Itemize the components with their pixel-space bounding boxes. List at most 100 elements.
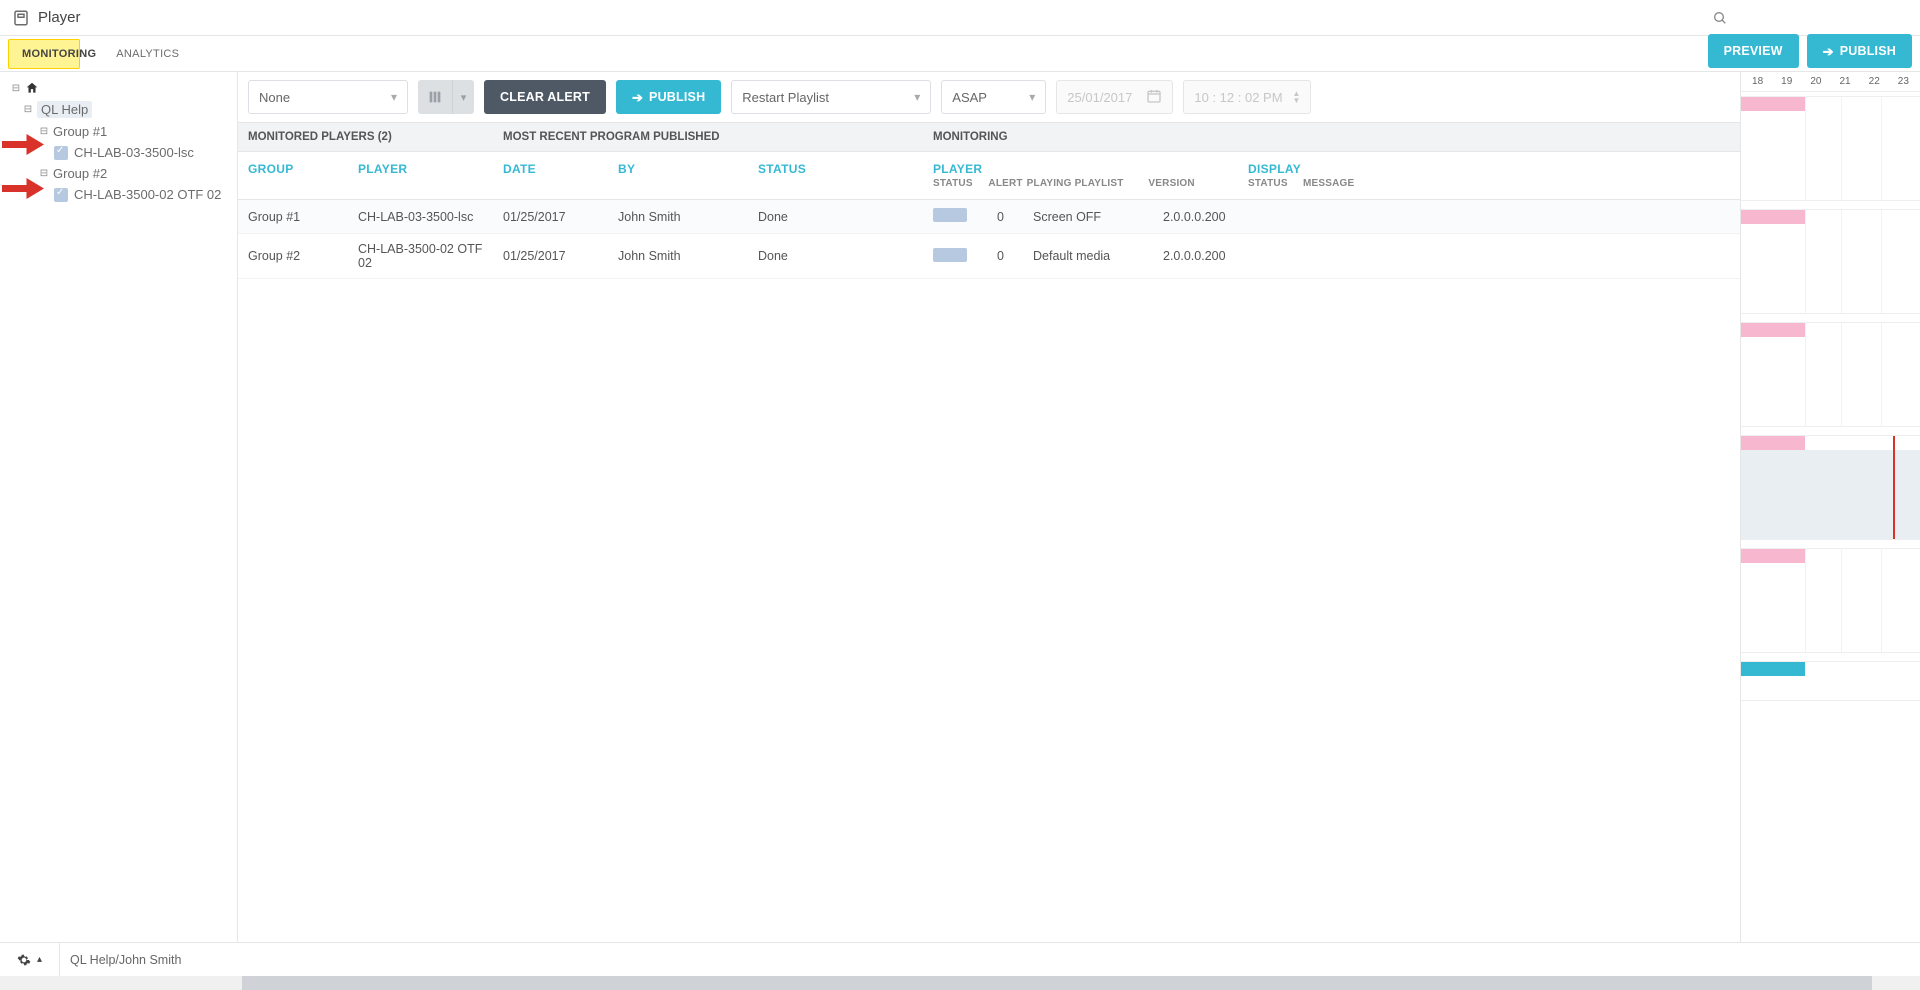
player-app-icon <box>12 9 30 27</box>
cell-player: CH-LAB-3500-02 OTF 02 <box>348 234 493 278</box>
tree-label: CH-LAB-3500-02 OTF 02 <box>74 187 221 202</box>
cell-playlist: Default media <box>1023 241 1153 271</box>
cell-group: Group #1 <box>238 202 348 232</box>
horizontal-scrollbar[interactable] <box>0 976 1920 990</box>
grid-body: Group #1CH-LAB-03-3500-lsc01/25/2017John… <box>238 200 1740 279</box>
tab-analytics[interactable]: ANALYTICS <box>106 42 189 66</box>
caret-down-icon: ▾ <box>914 90 920 104</box>
cell-status: Done <box>748 202 923 232</box>
gear-icon <box>17 953 31 967</box>
publish-button[interactable]: ➔PUBLISH <box>616 80 721 114</box>
timeline-track[interactable] <box>1741 661 1920 701</box>
timeline-track[interactable] <box>1741 322 1920 427</box>
col-group-display: DISPLAY STATUS MESSAGE <box>1238 152 1740 199</box>
main-area: None▾ ▾ CLEAR ALERT ➔PUBLISH Restart Pla… <box>238 72 1920 942</box>
timeline-hour-label: 22 <box>1869 76 1880 87</box>
tree-leaf-player1[interactable]: CH-LAB-03-3500-lsc <box>8 142 231 163</box>
timeline-track[interactable] <box>1741 548 1920 653</box>
tree-node-group1[interactable]: ⊟ Group #1 <box>8 121 231 142</box>
cell-playlist: Screen OFF <box>1023 202 1153 232</box>
tree-node-qlhelp[interactable]: ⊟ QL Help <box>8 98 231 121</box>
columns-icon <box>418 80 452 114</box>
when-select[interactable]: ASAP▾ <box>941 80 1046 114</box>
mode-select[interactable]: Restart Playlist▾ <box>731 80 931 114</box>
collapse-icon[interactable]: ⊟ <box>10 83 22 94</box>
tab-monitoring[interactable]: MONITORING <box>12 42 106 66</box>
settings-menu[interactable]: ▴ <box>0 943 60 976</box>
sub-col-msg: MESSAGE <box>1303 178 1383 189</box>
cell-status: Done <box>748 241 923 271</box>
col-date[interactable]: DATE <box>493 152 608 199</box>
cell-display-status <box>1238 209 1293 225</box>
action-toolbar: None▾ ▾ CLEAR ALERT ➔PUBLISH Restart Pla… <box>238 72 1740 122</box>
cell-alert: 0 <box>978 241 1023 271</box>
preview-button[interactable]: PREVIEW <box>1708 34 1799 68</box>
tab-row: MONITORING ANALYTICS <box>0 36 1920 72</box>
player-tree-sidebar: ⊟ ⊟ QL Help ⊟ Group #1 CH-LAB-03-3500-ls… <box>0 72 238 942</box>
cell-player-status <box>923 240 978 273</box>
timeline-track[interactable] <box>1741 96 1920 201</box>
center-panel: None▾ ▾ CLEAR ALERT ➔PUBLISH Restart Pla… <box>238 72 1740 942</box>
col-status[interactable]: STATUS <box>748 152 923 199</box>
collapse-icon[interactable]: ⊟ <box>22 104 34 115</box>
tree-leaf-player2[interactable]: CH-LAB-3500-02 OTF 02 <box>8 184 231 205</box>
collapse-icon[interactable]: ⊟ <box>38 168 50 179</box>
sub-col-status: STATUS <box>933 178 985 189</box>
cell-alert: 0 <box>978 202 1023 232</box>
cell-message <box>1293 248 1373 264</box>
sub-col-version: VERSION <box>1148 178 1228 189</box>
caret-down-icon: ▾ <box>1029 90 1035 104</box>
workspace: ⊟ ⊟ QL Help ⊟ Group #1 CH-LAB-03-3500-ls… <box>0 72 1920 942</box>
cell-date: 01/25/2017 <box>493 202 608 232</box>
spinner-icon: ▲▼ <box>1293 90 1301 104</box>
cell-group: Group #2 <box>238 241 348 271</box>
col-player[interactable]: PLAYER <box>348 152 493 199</box>
timeline-hour-label: 19 <box>1781 76 1792 87</box>
col-group[interactable]: GROUP <box>238 152 348 199</box>
timeline-hour-label: 21 <box>1839 76 1850 87</box>
timeline-hour-label: 23 <box>1898 76 1909 87</box>
footer-bar: ▴ QL Help/John Smith <box>0 942 1920 976</box>
sub-col-playlist: PLAYING PLAYLIST <box>1027 178 1149 189</box>
caret-down-icon: ▾ <box>391 90 397 104</box>
col-by[interactable]: BY <box>608 152 748 199</box>
clear-alert-button[interactable]: CLEAR ALERT <box>484 80 606 114</box>
table-row[interactable]: Group #1CH-LAB-03-3500-lsc01/25/2017John… <box>238 200 1740 234</box>
checkbox-icon[interactable] <box>54 146 68 160</box>
timeline-track[interactable] <box>1741 209 1920 314</box>
cell-player-status <box>923 200 978 233</box>
timeline-hour-label: 18 <box>1752 76 1763 87</box>
playhead-marker <box>1893 436 1895 539</box>
tree-node-group2[interactable]: ⊟ Group #2 <box>8 163 231 184</box>
section-monitored: MONITORED PLAYERS (2) <box>238 123 493 151</box>
search-icon[interactable] <box>1712 10 1728 26</box>
timeline-panel: 18 19 20 21 22 23 <box>1740 72 1920 942</box>
tree-label: Group #1 <box>53 124 107 139</box>
grid-section-headers: MONITORED PLAYERS (2) MOST RECENT PROGRA… <box>238 123 1740 152</box>
timeline-hours: 18 19 20 21 22 23 <box>1741 72 1920 92</box>
publish-top-button[interactable]: ➔PUBLISH <box>1807 34 1912 68</box>
caret-down-icon: ▾ <box>452 80 474 114</box>
cell-by: John Smith <box>608 202 748 232</box>
tree-root-home[interactable]: ⊟ <box>8 78 231 98</box>
timeline-hour-label: 20 <box>1810 76 1821 87</box>
cell-by: John Smith <box>608 241 748 271</box>
sub-col-alert: ALERT <box>985 178 1027 189</box>
col-group-player: PLAYER STATUS ALERT PLAYING PLAYLIST VER… <box>923 152 1238 199</box>
cell-player: CH-LAB-03-3500-lsc <box>348 202 493 232</box>
arrow-right-icon: ➔ <box>632 91 643 104</box>
section-monitoring: MONITORING <box>923 123 1740 151</box>
arrow-right-icon: ➔ <box>1823 45 1834 58</box>
tree-label: Group #2 <box>53 166 107 181</box>
checkbox-icon[interactable] <box>54 188 68 202</box>
collapse-icon[interactable]: ⊟ <box>38 126 50 137</box>
cell-version: 2.0.0.0.200 <box>1153 202 1238 232</box>
players-grid: MONITORED PLAYERS (2) MOST RECENT PROGRA… <box>238 122 1740 942</box>
timeline-tracks[interactable] <box>1741 92 1920 942</box>
page-title: Player <box>38 9 81 26</box>
table-row[interactable]: Group #2CH-LAB-3500-02 OTF 0201/25/2017J… <box>238 234 1740 279</box>
sub-col-dstatus: STATUS <box>1248 178 1303 189</box>
timeline-track[interactable] <box>1741 435 1920 540</box>
filter-select[interactable]: None▾ <box>248 80 408 114</box>
status-chip-icon <box>933 208 967 222</box>
